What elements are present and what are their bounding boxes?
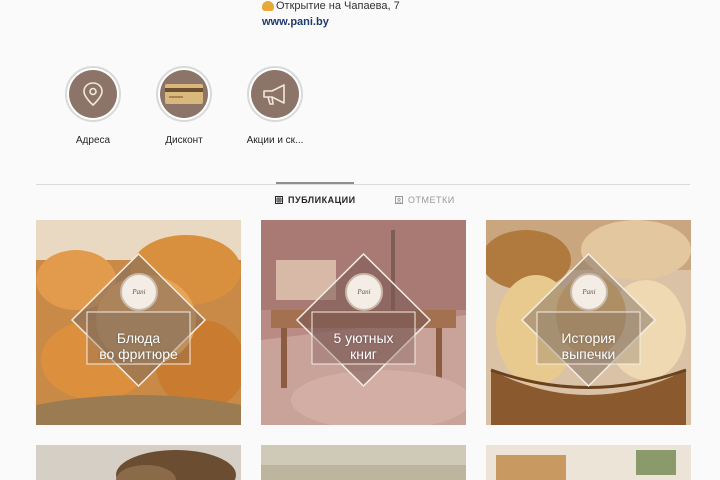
tagged-icon (395, 196, 403, 204)
bio-text: Открытие на Чапаева, 7 (276, 0, 400, 12)
post-caption: Блюда во фритюре (36, 330, 241, 362)
post-tile[interactable] (486, 445, 691, 480)
highlight-cover[interactable] (156, 66, 212, 122)
post-caption-line: Блюда (116, 330, 161, 346)
tab-posts[interactable]: ПУБЛИКАЦИИ (275, 195, 356, 205)
post-image (261, 220, 466, 425)
post-image (261, 445, 466, 480)
highlight-cover[interactable] (247, 66, 303, 122)
post-caption-line: История (561, 330, 616, 346)
post-caption: История выпечки (486, 330, 691, 362)
post-caption-line: 5 уютных (333, 330, 394, 346)
website-link[interactable]: www.pani.by (262, 15, 400, 29)
brand-badge: Pani (570, 273, 608, 311)
post-caption: 5 уютных книг (261, 330, 466, 362)
post-image (36, 445, 241, 480)
profile-bio: Открытие на Чапаева, 7 www.pani.by (262, 0, 400, 29)
location-pin-icon (83, 82, 103, 107)
active-tab-indicator (276, 182, 354, 184)
tab-posts-label: ПУБЛИКАЦИИ (288, 195, 356, 205)
croissant-icon (262, 1, 274, 11)
highlight-label: Акции и ск... (246, 135, 304, 146)
highlight-label: Адреса (75, 135, 111, 146)
post-caption-line: книг (350, 346, 377, 362)
highlight-cover[interactable] (65, 66, 121, 122)
highlight-label: Дисконт (165, 135, 203, 146)
post-image (36, 220, 241, 425)
tab-tagged-label: ОТМЕТКИ (408, 195, 455, 205)
megaphone-icon (263, 84, 285, 105)
tab-tagged[interactable]: ОТМЕТКИ (395, 195, 455, 205)
highlight-promos[interactable]: Акции и ск... (230, 66, 320, 146)
post-tile[interactable]: Pani История выпечки (486, 220, 691, 425)
brand-badge: Pani (120, 273, 158, 311)
highlight-discount[interactable]: Дисконт (139, 66, 229, 146)
post-caption-line: выпечки (561, 346, 616, 362)
post-tile[interactable]: Pani 5 уютных книг (261, 220, 466, 425)
post-tile[interactable]: Pani Блюда во фритюре (36, 220, 241, 425)
discount-card-icon (165, 84, 203, 104)
highlight-addresses[interactable]: Адреса (48, 66, 138, 146)
grid-icon (275, 196, 283, 204)
brand-badge: Pani (345, 273, 383, 311)
post-caption-line: во фритюре (99, 346, 178, 362)
post-tile[interactable] (261, 445, 466, 480)
story-highlights: Адреса Дисконт Акции и ск... (0, 66, 720, 156)
tabs-divider (36, 184, 690, 185)
post-image (486, 220, 691, 425)
post-image (486, 445, 691, 480)
post-tile[interactable] (36, 445, 241, 480)
bio-line: Открытие на Чапаева, 7 (262, 0, 400, 12)
